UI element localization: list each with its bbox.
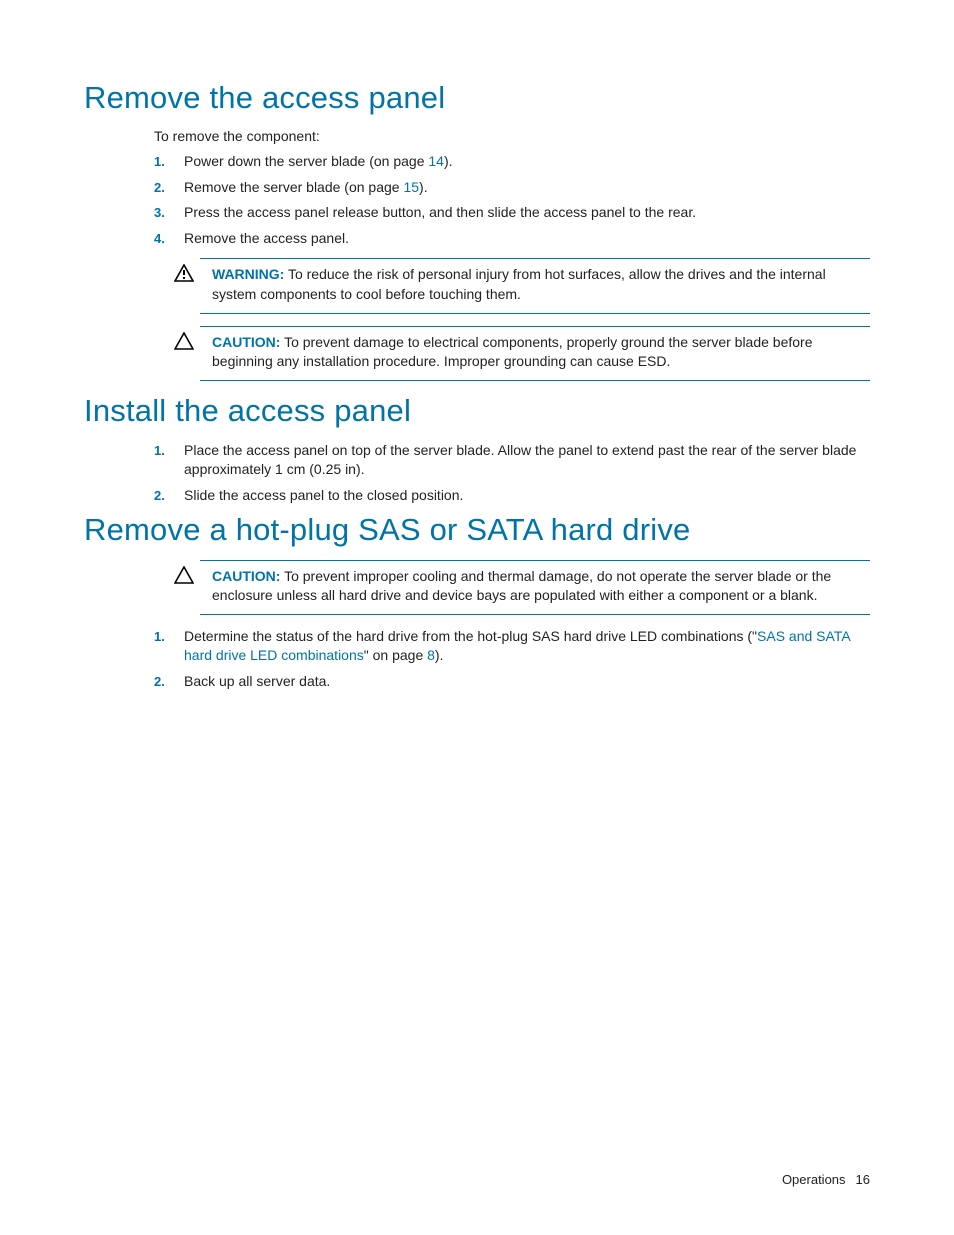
list-item: 2. Remove the server blade (on page 15). bbox=[154, 178, 870, 198]
list-item: 1. Determine the status of the hard driv… bbox=[154, 627, 870, 666]
warning-icon bbox=[174, 258, 200, 282]
heading-install-access-panel: Install the access panel bbox=[84, 393, 870, 429]
step-number: 1. bbox=[154, 442, 184, 460]
list-item: 1. Power down the server blade (on page … bbox=[154, 152, 870, 172]
list-item: 1. Place the access panel on top of the … bbox=[154, 441, 870, 480]
step-number: 1. bbox=[154, 628, 184, 646]
warning-callout: WARNING: To reduce the risk of personal … bbox=[174, 258, 870, 313]
step-number: 2. bbox=[154, 487, 184, 505]
step-text: Remove the server blade (on page 15). bbox=[184, 178, 870, 198]
caution-text: To prevent improper cooling and thermal … bbox=[212, 568, 831, 604]
steps-install-access-panel: 1. Place the access panel on top of the … bbox=[154, 441, 870, 506]
list-item: 2. Slide the access panel to the closed … bbox=[154, 486, 870, 506]
list-item: 3. Press the access panel release button… bbox=[154, 203, 870, 223]
warning-label: WARNING: bbox=[212, 266, 284, 282]
warning-text: To reduce the risk of personal injury fr… bbox=[212, 266, 826, 302]
caution-callout: CAUTION: To prevent improper cooling and… bbox=[174, 560, 870, 615]
caution-callout: CAUTION: To prevent damage to electrical… bbox=[174, 326, 870, 381]
caution-label: CAUTION: bbox=[212, 334, 280, 350]
step-number: 4. bbox=[154, 230, 184, 248]
heading-remove-access-panel: Remove the access panel bbox=[84, 80, 870, 116]
step-text: Remove the access panel. bbox=[184, 229, 870, 249]
list-item: 4. Remove the access panel. bbox=[154, 229, 870, 249]
intro-text: To remove the component: bbox=[154, 128, 870, 144]
page-link[interactable]: 15 bbox=[403, 179, 419, 195]
list-item: 2. Back up all server data. bbox=[154, 672, 870, 692]
steps-remove-access-panel: 1. Power down the server blade (on page … bbox=[154, 152, 870, 248]
step-text: Press the access panel release button, a… bbox=[184, 203, 870, 223]
caution-icon bbox=[174, 326, 200, 350]
steps-remove-hotplug-drive: 1. Determine the status of the hard driv… bbox=[154, 627, 870, 692]
step-text: Power down the server blade (on page 14)… bbox=[184, 152, 870, 172]
step-number: 2. bbox=[154, 673, 184, 691]
footer-section: Operations bbox=[782, 1172, 846, 1187]
step-text: Back up all server data. bbox=[184, 672, 870, 692]
footer-page-number: 16 bbox=[856, 1172, 870, 1187]
heading-remove-hotplug-drive: Remove a hot-plug SAS or SATA hard drive bbox=[84, 512, 870, 548]
caution-label: CAUTION: bbox=[212, 568, 280, 584]
step-number: 3. bbox=[154, 204, 184, 222]
step-text: Determine the status of the hard drive f… bbox=[184, 627, 870, 666]
step-number: 2. bbox=[154, 179, 184, 197]
page-link[interactable]: 14 bbox=[428, 153, 444, 169]
step-number: 1. bbox=[154, 153, 184, 171]
caution-text: To prevent damage to electrical componen… bbox=[212, 334, 813, 370]
page-link[interactable]: 8 bbox=[427, 647, 435, 663]
step-text: Place the access panel on top of the ser… bbox=[184, 441, 870, 480]
caution-icon bbox=[174, 560, 200, 584]
step-text: Slide the access panel to the closed pos… bbox=[184, 486, 870, 506]
page-footer: Operations 16 bbox=[782, 1172, 870, 1187]
